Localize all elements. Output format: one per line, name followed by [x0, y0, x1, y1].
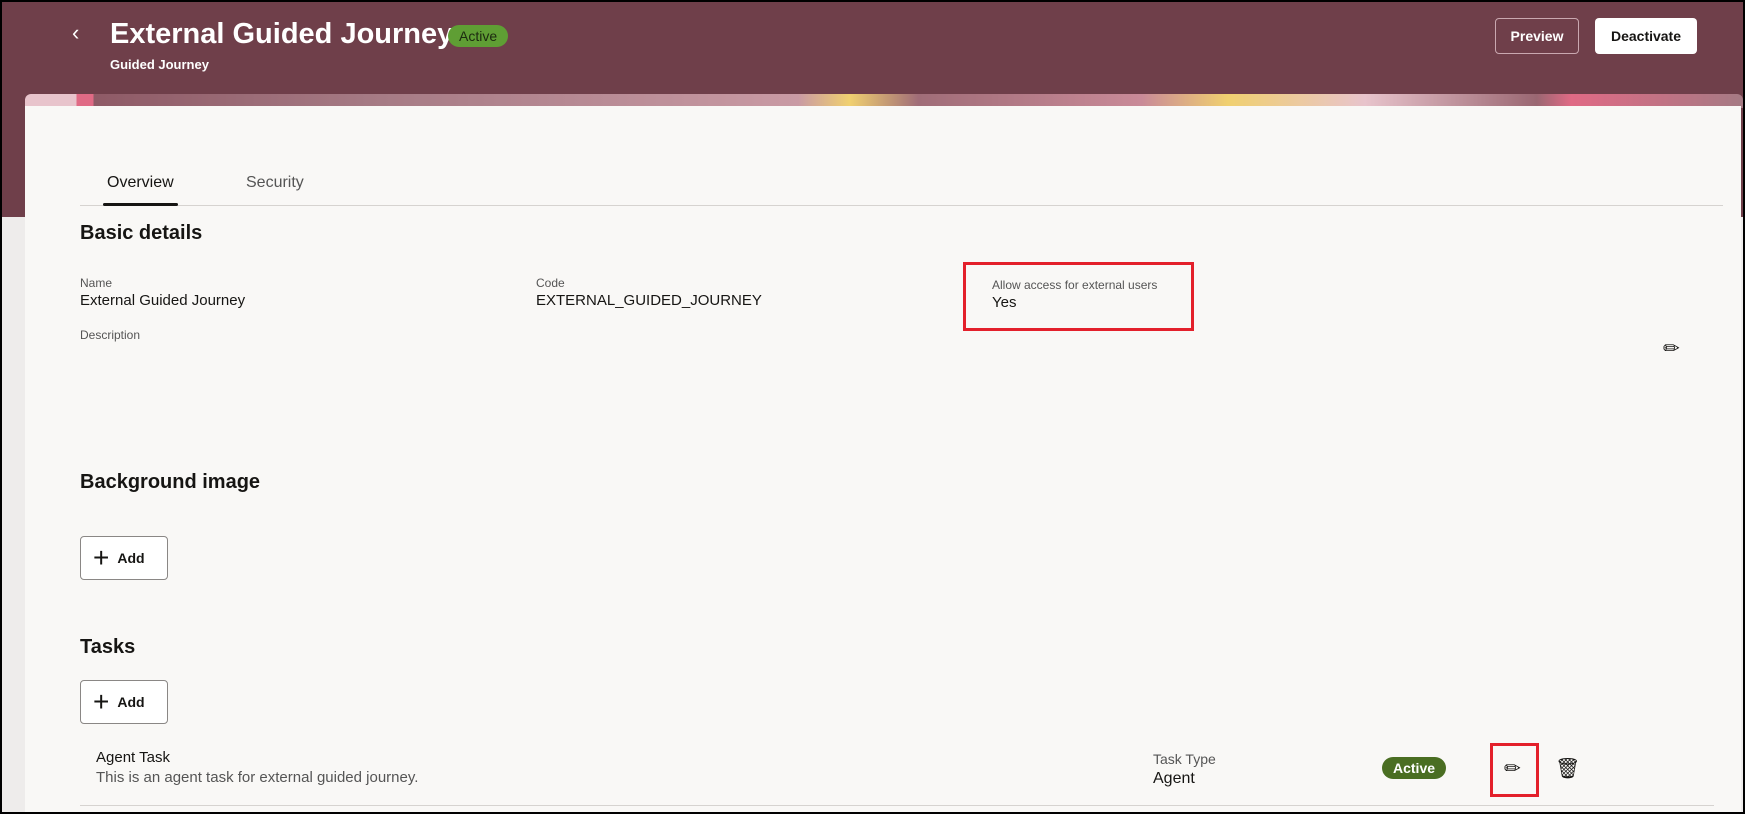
name-value: External Guided Journey	[80, 292, 246, 309]
tab-security[interactable]: Security	[246, 174, 304, 192]
deactivate-button[interactable]: Deactivate	[1595, 18, 1697, 54]
background-image-heading: Background image	[80, 471, 261, 493]
edit-pencil-icon[interactable]: ✏︎	[1663, 336, 1680, 361]
task-status-badge: Active	[1382, 757, 1447, 779]
plus-icon: +	[93, 686, 110, 717]
tab-overview[interactable]: Overview	[103, 174, 178, 206]
chevron-left-icon[interactable]: ‹	[72, 20, 79, 46]
task-type-label: Task Type	[1153, 751, 1216, 767]
page-subtitle: Guided Journey	[110, 57, 209, 72]
tab-bar: Overview Security	[80, 166, 1723, 206]
access-label: Allow access for external users	[992, 278, 1158, 292]
status-badge: Active	[448, 25, 509, 47]
add-label: Add	[117, 694, 145, 710]
add-label: Add	[117, 550, 145, 566]
code-label: Code	[536, 276, 565, 290]
task-description: This is an agent task for external guide…	[96, 769, 419, 786]
add-task-button[interactable]: + Add	[80, 680, 168, 724]
row-divider	[80, 805, 1714, 806]
description-label: Description	[80, 328, 141, 342]
task-name: Agent Task	[96, 749, 170, 766]
edit-task-pencil-icon[interactable]: ✏︎	[1504, 756, 1521, 781]
access-value: Yes	[992, 294, 1017, 311]
tasks-heading: Tasks	[80, 636, 136, 658]
page-title: External Guided Journey	[110, 18, 454, 50]
code-value: EXTERNAL_GUIDED_JOURNEY	[536, 292, 762, 309]
name-label: Name	[80, 276, 113, 290]
content-card: Overview Security Basic details Name Ext…	[25, 106, 1741, 812]
plus-icon: +	[93, 542, 110, 573]
delete-task-trash-icon[interactable]: 🗑︎	[1555, 756, 1580, 781]
task-type-value: Agent	[1153, 770, 1195, 787]
preview-button[interactable]: Preview	[1495, 18, 1579, 54]
add-background-button[interactable]: + Add	[80, 536, 168, 580]
basic-details-heading: Basic details	[80, 222, 203, 244]
